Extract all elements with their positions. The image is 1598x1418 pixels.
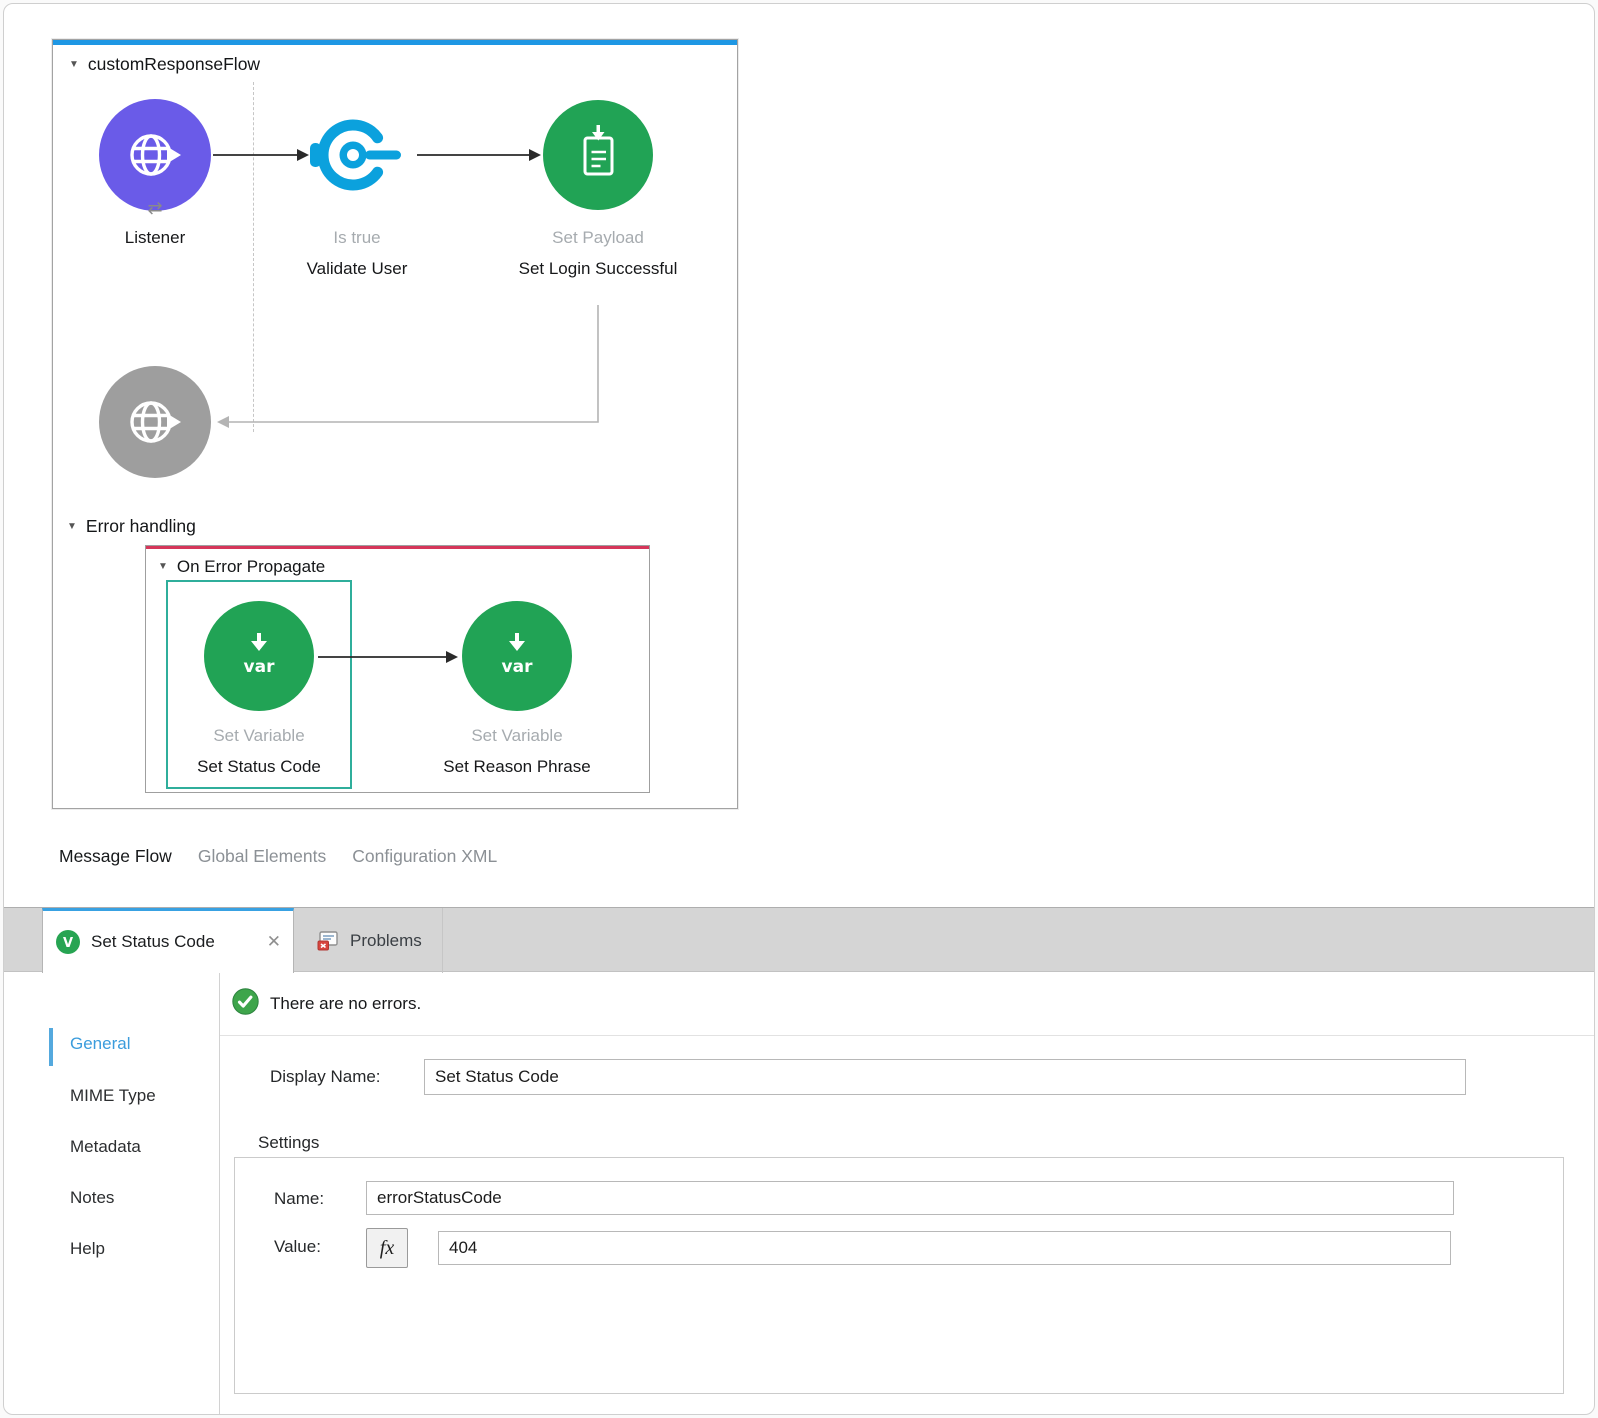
sidebar-item-mime-type[interactable]: MIME Type xyxy=(70,1086,156,1106)
status-message: There are no errors. xyxy=(270,994,421,1014)
flow-header: ▼ customResponseFlow xyxy=(69,54,260,75)
tab-set-status-code-label: Set Status Code xyxy=(91,932,215,952)
tab-message-flow[interactable]: Message Flow xyxy=(59,846,172,867)
sidebar-item-help[interactable]: Help xyxy=(70,1239,105,1259)
tab-configuration-xml[interactable]: Configuration XML xyxy=(352,846,497,867)
name-label: Name: xyxy=(274,1189,324,1209)
set-variable-icon: var xyxy=(227,624,291,688)
tab-problems-label: Problems xyxy=(350,931,422,951)
listener-response-node[interactable] xyxy=(99,366,211,478)
svg-text:var: var xyxy=(244,657,276,677)
svg-text:V: V xyxy=(63,936,73,951)
value-input[interactable] xyxy=(438,1231,1451,1265)
sidebar-item-notes[interactable]: Notes xyxy=(70,1188,114,1208)
validation-icon xyxy=(309,107,405,203)
on-error-header: ▼ On Error Propagate xyxy=(158,557,325,577)
on-error-propagate-scope[interactable]: ▼ On Error Propagate var Set Variable Se… xyxy=(145,545,650,793)
canvas-view-tabs: Message Flow Global Elements Configurati… xyxy=(59,846,497,867)
set-reason-node-label: Set Reason Phrase xyxy=(417,755,617,780)
document-download-icon xyxy=(566,123,630,187)
name-input[interactable] xyxy=(366,1181,1454,1215)
set-payload-node-label: Set Login Successful xyxy=(518,257,678,282)
validate-type-label: Is true xyxy=(257,228,457,248)
tab-set-status-code[interactable]: V Set Status Code ✕ xyxy=(42,908,294,973)
close-tab-icon[interactable]: ✕ xyxy=(267,932,281,952)
request-response-icon: ⇄ xyxy=(141,198,169,219)
svg-text:var: var xyxy=(502,657,534,677)
expression-fx-button[interactable]: fx xyxy=(366,1228,408,1268)
properties-tabbar: V Set Status Code ✕ Problems xyxy=(4,907,1594,972)
tab-global-elements[interactable]: Global Elements xyxy=(198,846,326,867)
collapse-on-error-icon[interactable]: ▼ xyxy=(158,562,168,572)
flow-guide-line xyxy=(253,82,254,432)
collapse-error-handling-icon[interactable]: ▼ xyxy=(67,522,77,532)
settings-section-label: Settings xyxy=(258,1133,319,1153)
no-errors-check-icon xyxy=(232,988,259,1015)
set-reason-type-label: Set Variable xyxy=(417,726,617,746)
flow-container[interactable]: ▼ customResponseFlow ⇄ List xyxy=(52,39,738,809)
display-name-input[interactable] xyxy=(424,1059,1466,1095)
on-error-title: On Error Propagate xyxy=(177,557,325,577)
value-label: Value: xyxy=(274,1237,321,1257)
set-variable-icon: var xyxy=(485,624,549,688)
validate-user-node[interactable] xyxy=(309,107,405,203)
set-payload-type-label: Set Payload xyxy=(498,228,698,248)
flow-title: customResponseFlow xyxy=(88,54,260,75)
error-handling-header: ▼ Error handling xyxy=(67,516,196,537)
sidebar-item-general[interactable]: General xyxy=(70,1034,130,1054)
validate-node-label: Validate User xyxy=(257,257,457,282)
sidebar-selected-accent xyxy=(49,1028,53,1066)
listener-node-label: Listener xyxy=(75,226,235,251)
flow-accent-bar xyxy=(53,40,737,45)
set-reason-phrase-node[interactable]: var xyxy=(462,601,572,711)
collapse-flow-icon[interactable]: ▼ xyxy=(69,60,79,70)
set-payload-node[interactable] xyxy=(543,100,653,210)
tab-problems[interactable]: Problems xyxy=(296,908,443,973)
anypoint-studio-window: ▼ customResponseFlow ⇄ List xyxy=(3,3,1595,1415)
problems-icon xyxy=(316,929,340,953)
set-variable-tab-icon: V xyxy=(55,929,81,955)
sidebar-item-metadata[interactable]: Metadata xyxy=(70,1137,141,1157)
display-name-label: Display Name: xyxy=(270,1067,381,1087)
listener-node[interactable] xyxy=(99,99,211,211)
status-divider xyxy=(220,1035,1594,1036)
error-accent-bar xyxy=(146,546,649,549)
sidebar-divider xyxy=(219,973,220,1415)
error-handling-label: Error handling xyxy=(86,516,196,537)
set-status-code-node[interactable]: var xyxy=(204,601,314,711)
globe-icon xyxy=(123,390,187,454)
globe-icon xyxy=(123,123,187,187)
